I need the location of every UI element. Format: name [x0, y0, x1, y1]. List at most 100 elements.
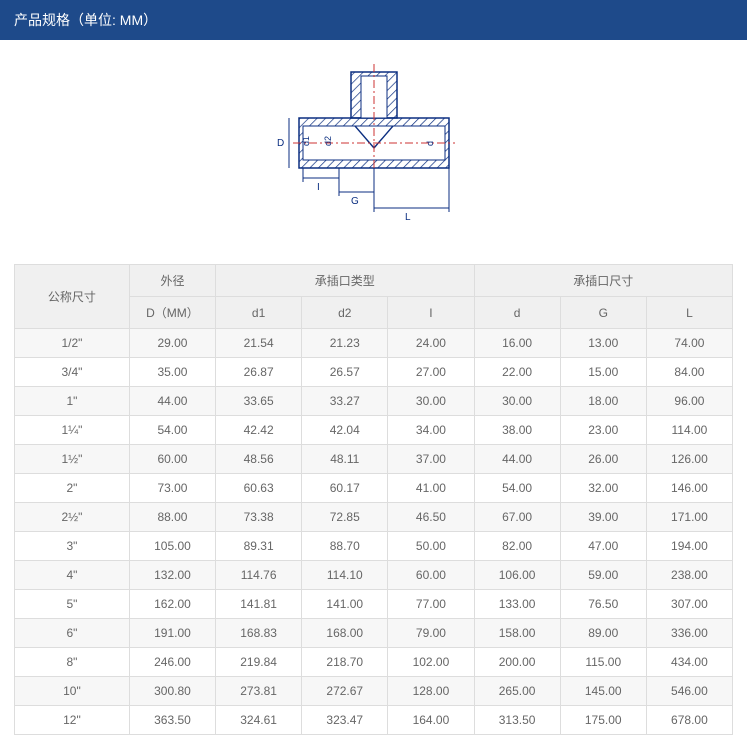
cell-D: 162.00 [129, 590, 215, 619]
cell-L: 96.00 [646, 387, 732, 416]
cell-d2: 114.10 [302, 561, 388, 590]
cell-L: 114.00 [646, 416, 732, 445]
table-row: 8"246.00219.84218.70102.00200.00115.0043… [15, 648, 733, 677]
cell-I: 37.00 [388, 445, 474, 474]
cell-I: 34.00 [388, 416, 474, 445]
cell-d1: 33.65 [216, 387, 302, 416]
th-socket-type: 承插口类型 [216, 265, 474, 297]
cell-nominal: 1¼" [15, 416, 130, 445]
th-nominal: 公称尺寸 [15, 265, 130, 329]
spec-table: 公称尺寸 外径 承插口类型 承插口尺寸 D（MM） d1 d2 I d G L … [14, 264, 733, 735]
cell-nominal: 2" [15, 474, 130, 503]
cell-nominal: 6" [15, 619, 130, 648]
cell-D: 29.00 [129, 329, 215, 358]
cell-G: 59.00 [560, 561, 646, 590]
dim-label-d1: d1 [301, 136, 311, 146]
table-row: 1/2"29.0021.5421.2324.0016.0013.0074.00 [15, 329, 733, 358]
cell-d1: 114.76 [216, 561, 302, 590]
table-row: 2½"88.0073.3872.8546.5067.0039.00171.00 [15, 503, 733, 532]
cell-G: 89.00 [560, 619, 646, 648]
cell-L: 126.00 [646, 445, 732, 474]
cell-d: 265.00 [474, 677, 560, 706]
table-row: 3"105.0089.3188.7050.0082.0047.00194.00 [15, 532, 733, 561]
cell-D: 191.00 [129, 619, 215, 648]
th-socket-dim: 承插口尺寸 [474, 265, 733, 297]
cell-d: 16.00 [474, 329, 560, 358]
cell-G: 39.00 [560, 503, 646, 532]
dim-label-G: G [351, 196, 359, 207]
cell-I: 79.00 [388, 619, 474, 648]
cell-nominal: 1½" [15, 445, 130, 474]
cell-L: 84.00 [646, 358, 732, 387]
cell-d2: 323.47 [302, 706, 388, 735]
cell-d2: 33.27 [302, 387, 388, 416]
cell-G: 47.00 [560, 532, 646, 561]
cell-d: 158.00 [474, 619, 560, 648]
cell-d2: 60.17 [302, 474, 388, 503]
cell-G: 26.00 [560, 445, 646, 474]
cell-G: 76.50 [560, 590, 646, 619]
cell-L: 336.00 [646, 619, 732, 648]
cell-d: 133.00 [474, 590, 560, 619]
cell-d: 22.00 [474, 358, 560, 387]
cell-D: 73.00 [129, 474, 215, 503]
cell-I: 41.00 [388, 474, 474, 503]
cell-d1: 273.81 [216, 677, 302, 706]
cell-I: 164.00 [388, 706, 474, 735]
cell-d: 38.00 [474, 416, 560, 445]
cell-G: 32.00 [560, 474, 646, 503]
cell-L: 238.00 [646, 561, 732, 590]
cell-I: 77.00 [388, 590, 474, 619]
cell-d: 44.00 [474, 445, 560, 474]
cell-d: 313.50 [474, 706, 560, 735]
cell-G: 18.00 [560, 387, 646, 416]
tee-fitting-diagram: D d1 d2 d I G L [269, 64, 479, 234]
dim-label-I: I [317, 182, 320, 193]
cell-L: 194.00 [646, 532, 732, 561]
cell-nominal: 1" [15, 387, 130, 416]
cell-nominal: 1/2" [15, 329, 130, 358]
cell-d1: 168.83 [216, 619, 302, 648]
table-row: 5"162.00141.81141.0077.00133.0076.50307.… [15, 590, 733, 619]
th-I: I [388, 297, 474, 329]
cell-D: 60.00 [129, 445, 215, 474]
cell-nominal: 10" [15, 677, 130, 706]
spec-table-container: 公称尺寸 外径 承插口类型 承插口尺寸 D（MM） d1 d2 I d G L … [0, 264, 747, 755]
table-header: 公称尺寸 外径 承插口类型 承插口尺寸 D（MM） d1 d2 I d G L [15, 265, 733, 329]
cell-d1: 219.84 [216, 648, 302, 677]
cell-G: 175.00 [560, 706, 646, 735]
th-L: L [646, 297, 732, 329]
cell-d2: 168.00 [302, 619, 388, 648]
cell-I: 102.00 [388, 648, 474, 677]
dim-label-d: d [425, 141, 435, 146]
cell-I: 24.00 [388, 329, 474, 358]
table-row: 1"44.0033.6533.2730.0030.0018.0096.00 [15, 387, 733, 416]
table-row: 2"73.0060.6360.1741.0054.0032.00146.00 [15, 474, 733, 503]
cell-nominal: 3/4" [15, 358, 130, 387]
cell-I: 60.00 [388, 561, 474, 590]
cell-nominal: 8" [15, 648, 130, 677]
cell-L: 678.00 [646, 706, 732, 735]
cell-L: 146.00 [646, 474, 732, 503]
cell-d: 30.00 [474, 387, 560, 416]
cell-d1: 42.42 [216, 416, 302, 445]
cell-G: 23.00 [560, 416, 646, 445]
cell-d2: 272.67 [302, 677, 388, 706]
cell-d: 54.00 [474, 474, 560, 503]
table-row: 3/4"35.0026.8726.5727.0022.0015.0084.00 [15, 358, 733, 387]
table-row: 10"300.80273.81272.67128.00265.00145.005… [15, 677, 733, 706]
cell-L: 74.00 [646, 329, 732, 358]
cell-d2: 72.85 [302, 503, 388, 532]
dim-label-d2: d2 [323, 136, 333, 146]
cell-L: 434.00 [646, 648, 732, 677]
technical-diagram: D d1 d2 d I G L [0, 40, 747, 264]
cell-G: 145.00 [560, 677, 646, 706]
cell-d2: 42.04 [302, 416, 388, 445]
dim-label-L: L [405, 212, 411, 223]
cell-d: 82.00 [474, 532, 560, 561]
cell-D: 88.00 [129, 503, 215, 532]
cell-d2: 48.11 [302, 445, 388, 474]
table-row: 6"191.00168.83168.0079.00158.0089.00336.… [15, 619, 733, 648]
cell-D: 54.00 [129, 416, 215, 445]
cell-I: 128.00 [388, 677, 474, 706]
